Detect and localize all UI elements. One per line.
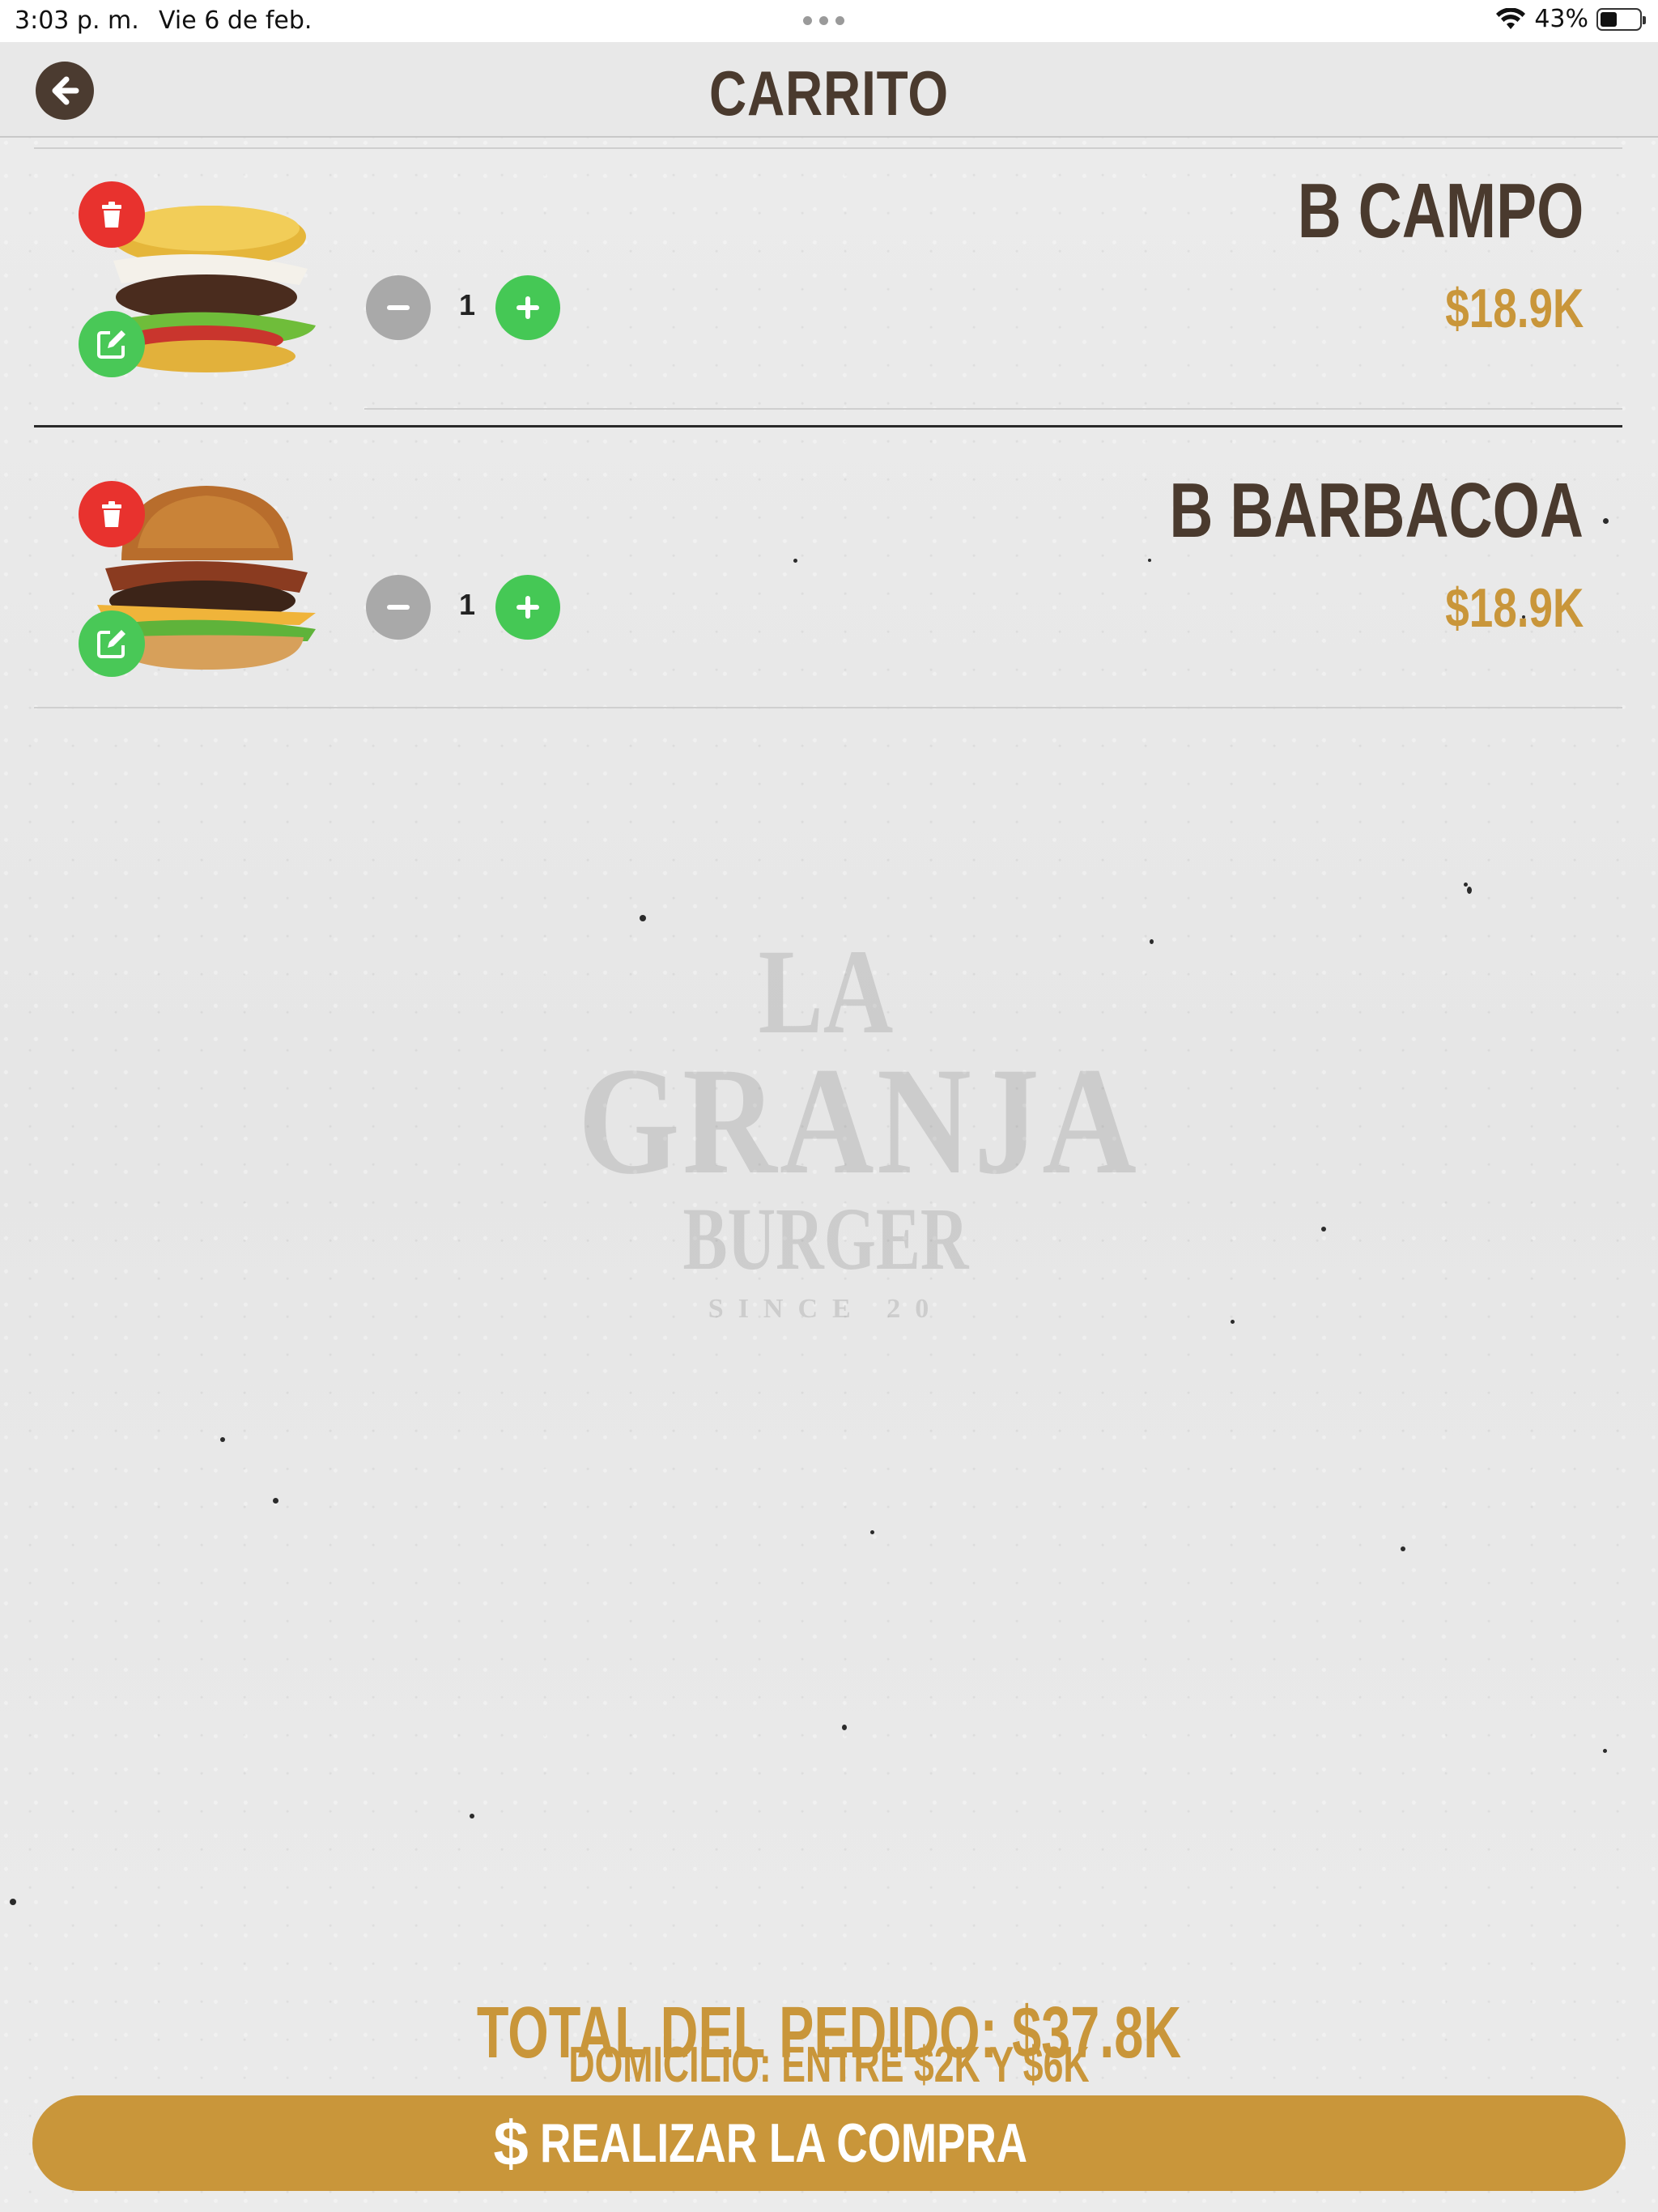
plus-icon bbox=[517, 596, 539, 619]
logo-line-since: SINCE 20 bbox=[708, 1294, 944, 1324]
arrow-left-icon bbox=[52, 76, 79, 105]
minus-icon bbox=[387, 305, 410, 310]
battery-level bbox=[1601, 11, 1617, 27]
item-divider bbox=[34, 425, 1622, 428]
quantity-value: 1 bbox=[458, 588, 476, 621]
place-order-label: REALIZAR LA COMPRA bbox=[539, 2112, 1027, 2174]
header-bar: CARRITO bbox=[0, 42, 1658, 138]
edit-icon bbox=[97, 330, 125, 359]
dollar-icon: $ bbox=[493, 2107, 529, 2179]
delete-item-button[interactable] bbox=[79, 181, 145, 248]
decrease-quantity-button[interactable] bbox=[366, 575, 431, 640]
increase-quantity-button[interactable] bbox=[495, 275, 560, 340]
delete-item-button[interactable] bbox=[79, 481, 145, 547]
cart-item: 1 B BARBACOA $18.9K bbox=[34, 447, 1622, 722]
trash-icon bbox=[102, 501, 121, 527]
logo-line-granja: GRANJA bbox=[578, 1036, 1140, 1206]
la-granja-burger-logo: LA GRANJA BURGER SINCE 20 bbox=[534, 925, 1140, 1385]
back-button[interactable] bbox=[36, 62, 94, 120]
item-price: $18.9K bbox=[1444, 577, 1584, 639]
page-title: CARRITO bbox=[709, 57, 949, 129]
edit-icon bbox=[97, 630, 125, 658]
place-order-button[interactable]: $ REALIZAR LA COMPRA bbox=[32, 2095, 1626, 2191]
multitasking-dots-icon[interactable] bbox=[803, 16, 844, 25]
item-bottom-border bbox=[364, 408, 1622, 410]
decrease-quantity-button[interactable] bbox=[366, 275, 431, 340]
trash-icon bbox=[102, 202, 121, 228]
item-price: $18.9K bbox=[1444, 278, 1584, 339]
plus-icon bbox=[517, 296, 539, 319]
status-date: Vie 6 de feb. bbox=[159, 6, 312, 35]
status-time: 3:03 p. m. bbox=[15, 6, 139, 35]
item-top-border bbox=[34, 147, 1622, 149]
item-name: B CAMPO bbox=[1297, 168, 1584, 254]
quantity-value: 1 bbox=[458, 288, 476, 321]
logo-line-la: LA bbox=[758, 925, 894, 1059]
battery-icon bbox=[1596, 7, 1646, 31]
wifi-icon bbox=[1496, 7, 1526, 29]
status-indicators: 43% bbox=[1495, 5, 1646, 33]
edit-item-button[interactable] bbox=[79, 610, 145, 677]
list-bottom-border bbox=[34, 707, 1622, 708]
item-name: B BARBACOA bbox=[1169, 467, 1584, 554]
minus-icon bbox=[387, 605, 410, 610]
logo-line-burger: BURGER bbox=[682, 1189, 969, 1288]
cart-item: 1 B CAMPO $18.9K bbox=[34, 147, 1622, 423]
delivery-fee: DOMICILIO: ENTRE $2K Y $6K bbox=[568, 2037, 1090, 2093]
edit-item-button[interactable] bbox=[79, 311, 145, 377]
battery-percent: 43% bbox=[1534, 5, 1588, 33]
status-bar: 3:03 p. m. Vie 6 de feb. 43% bbox=[0, 0, 1658, 42]
increase-quantity-button[interactable] bbox=[495, 575, 560, 640]
